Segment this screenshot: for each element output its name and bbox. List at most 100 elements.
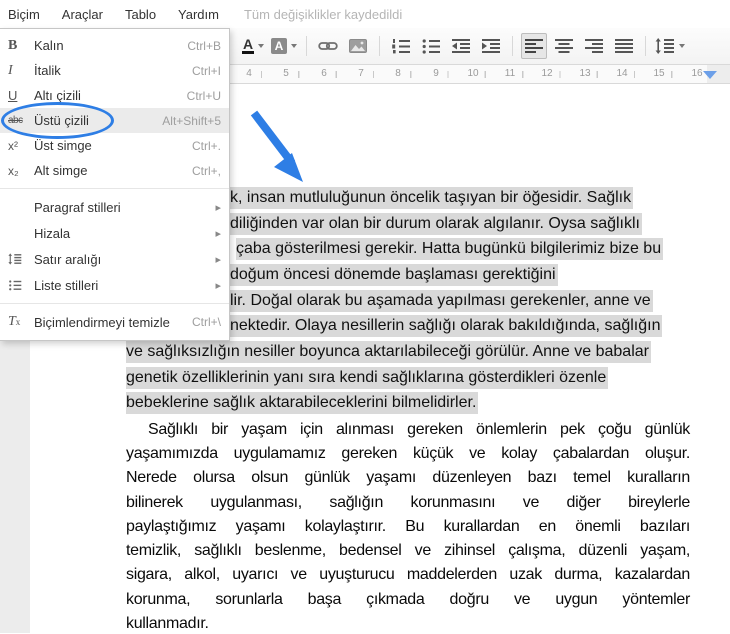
text-color-icon: A [242,38,254,54]
menu-item-underline[interactable]: U Altı çizili Ctrl+U [0,83,229,108]
doc-line[interactable]: paylaştığımız yaşamı kolaylaştırır. Bu k… [126,516,690,537]
doc-line[interactable]: nektedir. Olaya nesillerin sağlığı olara… [230,315,662,336]
doc-line[interactable]: bebeklerine sağlık aktarabileceklerini b… [126,392,478,413]
insert-link-button[interactable] [315,33,341,59]
menu-bar: Biçim Araçlar Tablo Yardım Tüm değişikli… [0,0,730,28]
toolbar-separator [645,36,646,56]
toolbar-separator [306,36,307,56]
selected-text: diliğinden var olan bir durum olarak alg… [230,213,642,235]
menu-item-label: Üst simge [34,138,192,153]
menubar-item-araclar[interactable]: Araçlar [51,7,114,22]
menu-item-label: Kalın [34,38,187,53]
align-right-icon [584,38,604,54]
doc-line[interactable]: genetik özelliklerinin yanı sıra kendi s… [126,367,608,388]
format-menu: B Kalın Ctrl+B I İtalik Ctrl+I U Altı çi… [0,28,230,341]
menu-shortcut: Ctrl+U [187,89,221,103]
menu-separator [0,188,229,189]
italic-icon: I [8,63,34,79]
right-indent-marker[interactable] [703,71,717,79]
line-spacing-button[interactable] [654,33,686,59]
save-status: Tüm değişiklikler kaydedildi [244,7,402,22]
ruler-number: 6 [314,68,334,79]
menu-item-paragraph-styles[interactable]: Paragraf stilleri ▸ [0,194,229,220]
chevron-down-icon [258,44,264,48]
line-spacing-icon [8,253,34,265]
submenu-arrow-icon: ▸ [215,227,221,240]
doc-line[interactable]: temizlik, sağlıklı beslenme, bedensel ve… [126,540,690,561]
doc-line[interactable]: korunma, sorunlarla başa çıkmada doğru v… [126,589,690,610]
align-justify-button[interactable] [611,33,637,59]
menu-item-bold[interactable]: B Kalın Ctrl+B [0,33,229,58]
superscript-icon: x² [8,139,34,153]
doc-line[interactable]: ve sağlıksızlığın nesiller boyunca aktar… [126,341,651,362]
align-justify-icon [614,38,634,54]
menu-shortcut: Ctrl+\ [192,315,221,329]
ruler-number: 7 [351,68,371,79]
ruler-number: 4 [239,68,259,79]
menu-item-subscript[interactable]: x₂ Alt simge Ctrl+, [0,158,229,183]
subscript-icon: x₂ [8,164,34,178]
doc-line[interactable]: Nerede olursa olsun günlük yaşamı düzenl… [126,467,690,488]
doc-line[interactable]: lir. Doğal olarak bu aşamada yapılması g… [230,290,653,311]
doc-line[interactable]: kullanmadır. [126,613,209,634]
indent-icon [481,38,501,54]
menu-shortcut: Ctrl+, [192,164,221,178]
menu-item-strikethrough[interactable]: abc Üstü çizili Alt+Shift+5 [0,108,229,133]
align-center-button[interactable] [551,33,577,59]
outdent-icon [451,38,471,54]
bold-icon: B [8,38,34,54]
menu-item-label: Biçimlendirmeyi temizle [34,315,192,330]
menu-item-list-styles[interactable]: Liste stilleri ▸ [0,272,229,298]
text-color-button[interactable]: A [240,33,266,59]
ruler-number: 13 [575,68,595,79]
insert-image-button[interactable] [345,33,371,59]
selected-text: lir. Doğal olarak bu aşamada yapılması g… [230,290,653,312]
selected-text: çaba gösterilmesi gerekir. Hatta bugünkü… [236,238,663,260]
menubar-item-tablo[interactable]: Tablo [114,7,167,22]
doc-line[interactable]: çaba gösterilmesi gerekir. Hatta bugünkü… [236,238,663,259]
toolbar-separator [512,36,513,56]
menu-item-label: Altı çizili [34,88,187,103]
ruler-number: 12 [537,68,557,79]
doc-line[interactable]: yaşamımızda uygulamamız gereken küçük ve… [126,443,690,464]
menu-item-label: Paragraf stilleri [34,200,215,215]
list-styles-icon [8,279,34,291]
menu-shortcut: Ctrl+I [192,64,221,78]
ruler-number: 11 [500,68,520,79]
menu-item-italic[interactable]: I İtalik Ctrl+I [0,58,229,83]
doc-line[interactable]: k, insan mutluluğunun öncelik taşıyan bi… [230,187,633,208]
doc-line[interactable]: Sağlıklı bir yaşam için alınması gereken… [148,419,690,440]
menu-item-superscript[interactable]: x² Üst simge Ctrl+. [0,133,229,158]
submenu-arrow-icon: ▸ [215,279,221,292]
align-right-button[interactable] [581,33,607,59]
menu-item-line-spacing[interactable]: Satır aralığı ▸ [0,246,229,272]
ruler-number: 14 [612,68,632,79]
menu-item-label: Satır aralığı [34,252,215,267]
selected-text: ve sağlıksızlığın nesiller boyunca aktar… [126,341,651,363]
selected-text: doğum öncesi dönemde başlaması gerektiği… [230,264,558,286]
strikethrough-icon: abc [8,115,34,126]
menu-item-clear-formatting[interactable]: Tx Biçimlendirmeyi temizle Ctrl+\ [0,309,229,335]
ruler-number: 9 [426,68,446,79]
menu-item-align[interactable]: Hizala ▸ [0,220,229,246]
ruler-number: 5 [276,68,296,79]
menubar-item-yardim[interactable]: Yardım [167,7,230,22]
link-icon [318,40,338,52]
underline-icon: U [8,88,34,103]
menubar-item-bicim[interactable]: Biçim [6,7,51,22]
doc-line[interactable]: diliğinden var olan bir durum olarak alg… [230,213,642,234]
align-left-button[interactable] [521,33,547,59]
doc-line[interactable]: doğum öncesi dönemde başlaması gerektiği… [230,264,558,285]
indent-button[interactable] [478,33,504,59]
numbered-list-button[interactable] [388,33,414,59]
chevron-down-icon [291,44,297,48]
doc-line[interactable]: bilinerek uygulanması, sağlığın korunmas… [126,492,690,513]
menu-shortcut: Ctrl+B [187,39,221,53]
bullet-list-button[interactable] [418,33,444,59]
doc-line[interactable]: sigara, alkol, uyarıcı ve uyuşturucu mad… [126,564,690,585]
highlight-color-button[interactable]: A [270,33,298,59]
menu-item-label: Üstü çizili [34,113,162,128]
menu-item-label: Alt simge [34,163,192,178]
outdent-button[interactable] [448,33,474,59]
ruler-number: 15 [649,68,669,79]
